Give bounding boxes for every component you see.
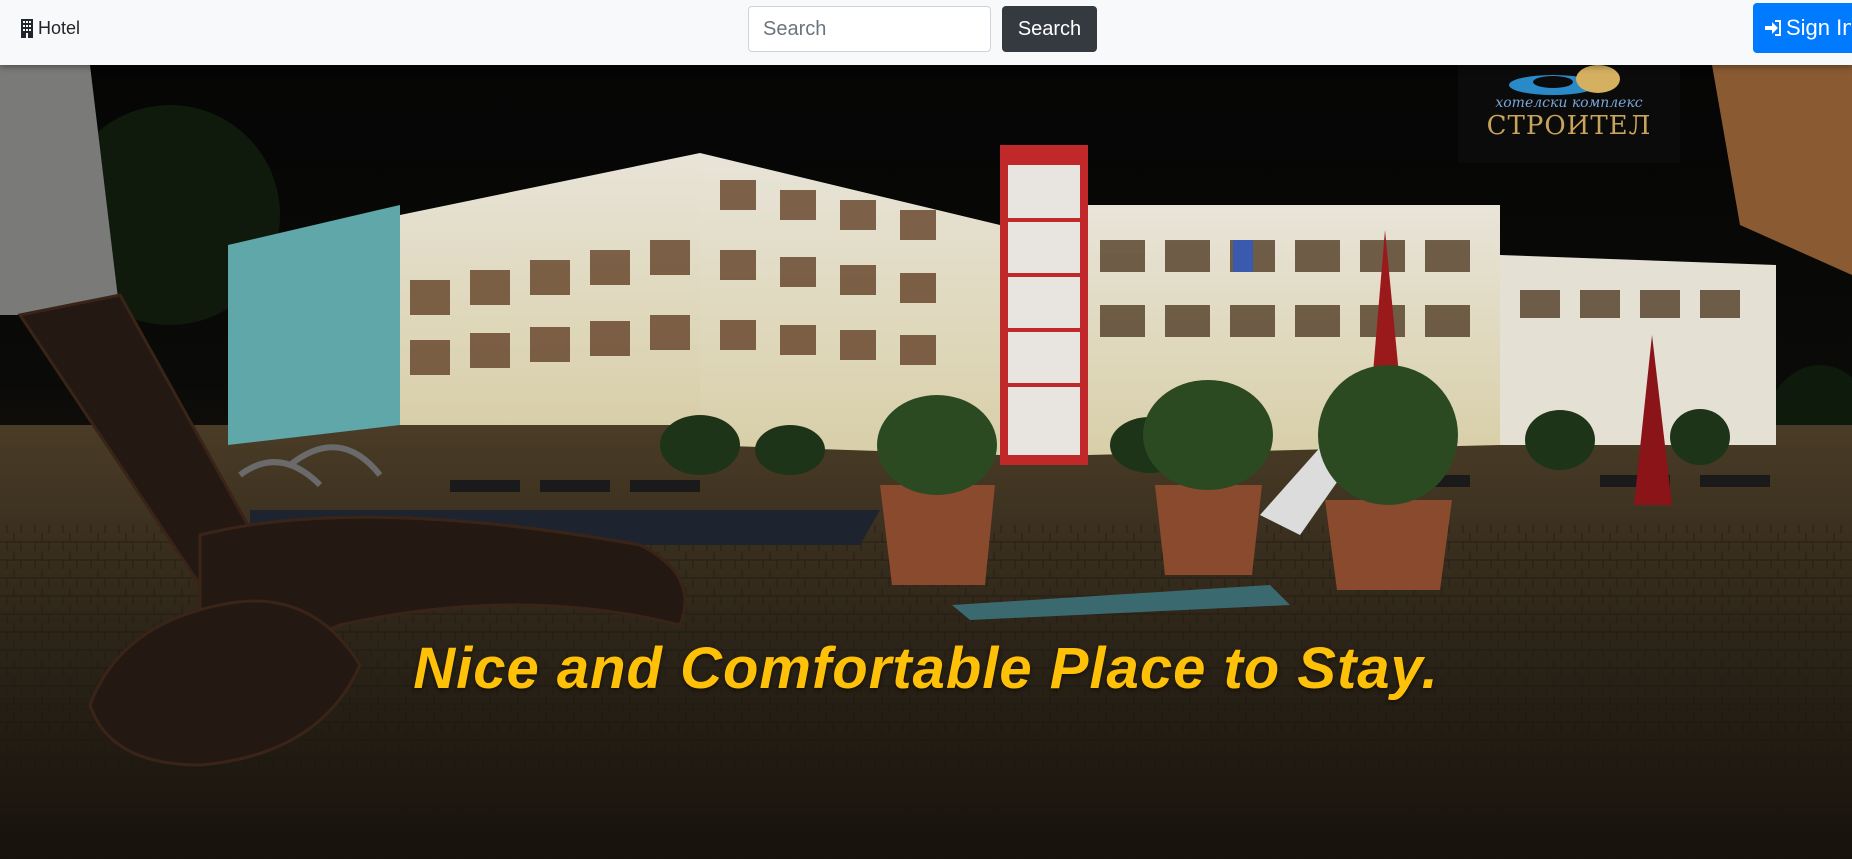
sign-in-label: Sign In bbox=[1786, 15, 1852, 40]
hotel-logo: хотелски комплекс СТРОИТЕЛ bbox=[1458, 65, 1680, 163]
top-navbar: Hotel Search Sign In bbox=[0, 0, 1852, 65]
logo-emblem-icon bbox=[1509, 65, 1620, 95]
building-icon bbox=[21, 19, 33, 38]
search-input[interactable] bbox=[748, 6, 991, 52]
search-button[interactable]: Search bbox=[1002, 6, 1097, 52]
hotel-night-photo bbox=[0, 65, 1852, 859]
logo-subtitle: хотелски комплекс bbox=[1495, 95, 1643, 111]
hero-headline: Nice and Comfortable Place to Stay. bbox=[413, 636, 1439, 701]
brand-label: Hotel bbox=[38, 18, 81, 38]
hero-banner: хотелски комплекс СТРОИТЕЛ Nice and Comf… bbox=[0, 65, 1852, 859]
sign-in-icon bbox=[1765, 20, 1781, 36]
sign-in-button[interactable]: Sign In bbox=[1753, 3, 1852, 53]
brand-link[interactable]: Hotel bbox=[20, 18, 80, 39]
logo-name: СТРОИТЕЛ bbox=[1486, 111, 1652, 141]
